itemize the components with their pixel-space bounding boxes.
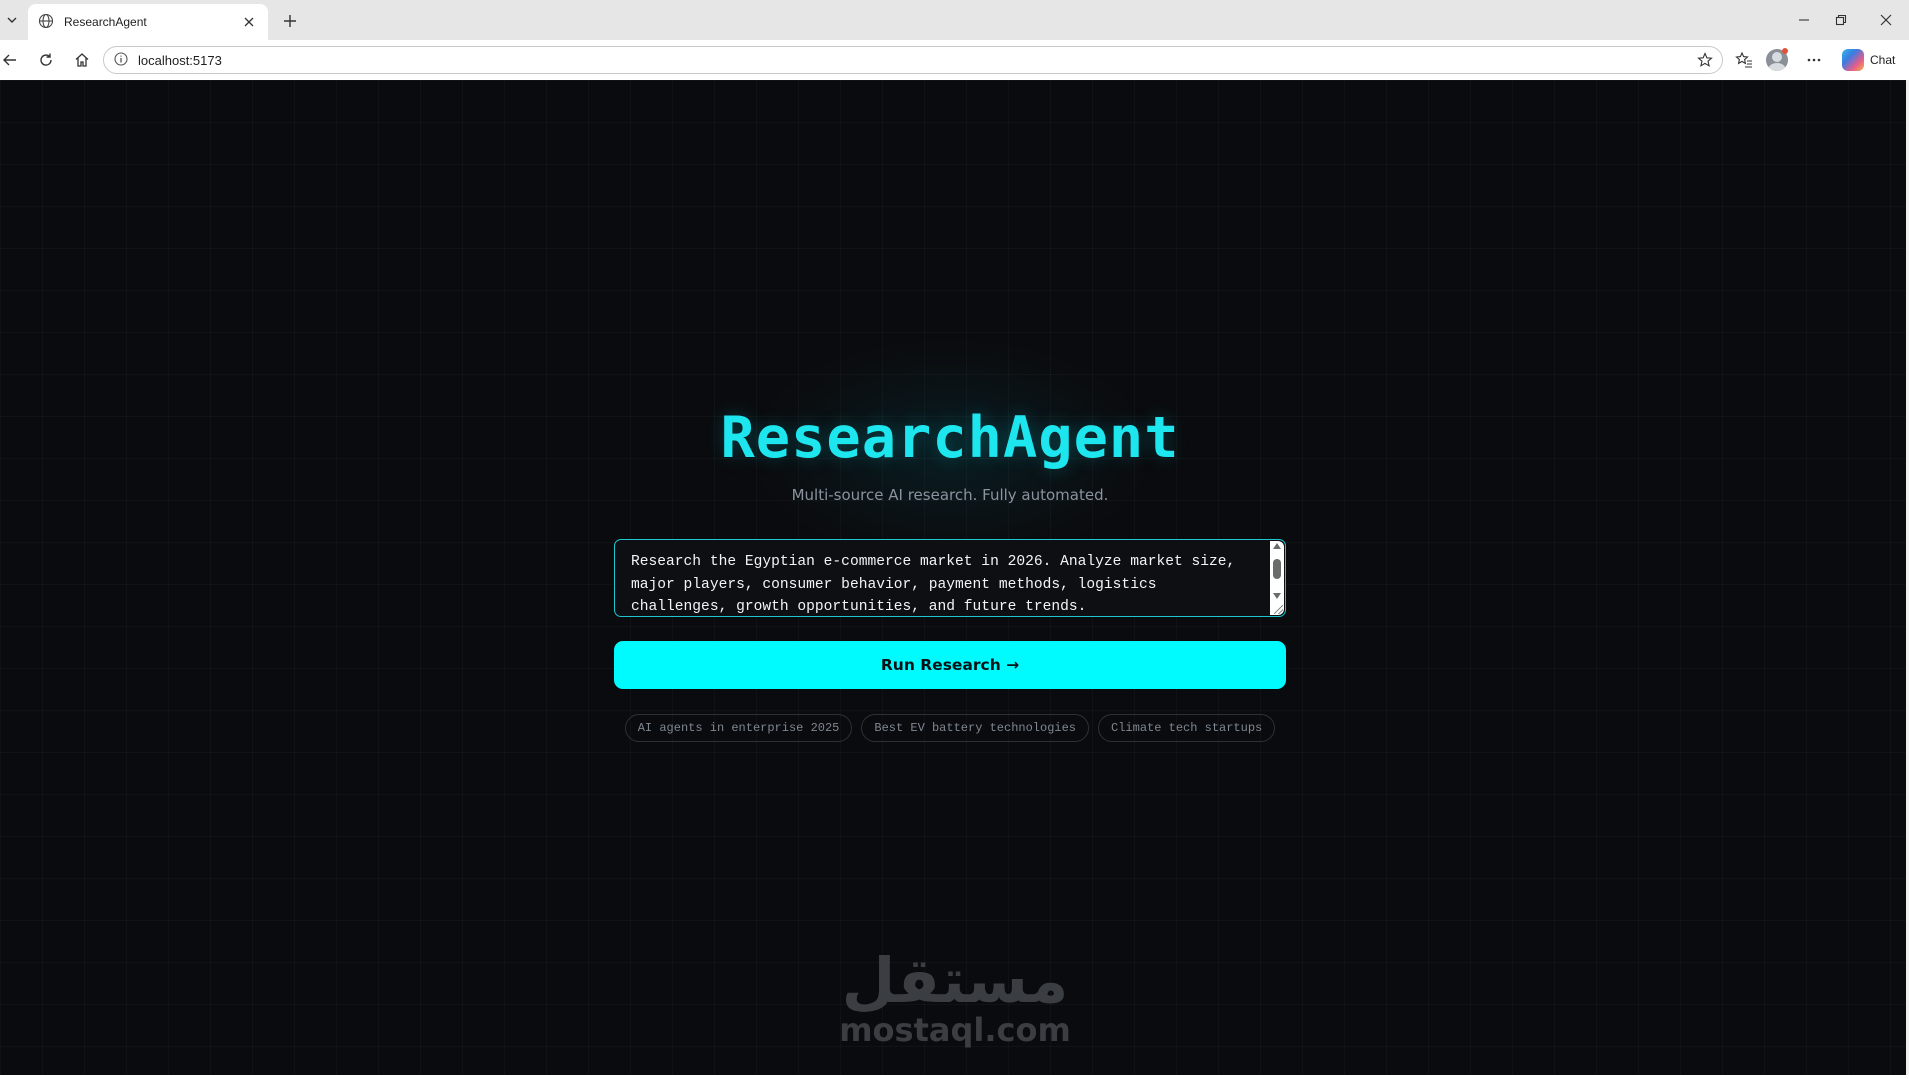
favorites-list-icon[interactable] — [1732, 48, 1756, 72]
window-close-icon[interactable] — [1873, 7, 1899, 33]
app-subtitle: Multi-source AI research. Fully automate… — [791, 486, 1109, 504]
back-arrow-icon[interactable] — [0, 48, 22, 72]
copilot-chat-button[interactable]: Chat — [1836, 47, 1903, 73]
address-bar[interactable]: localhost:5173 — [103, 46, 1723, 74]
scroll-down-arrow-icon[interactable] — [1273, 593, 1281, 599]
scroll-thumb[interactable] — [1273, 559, 1281, 579]
run-research-button[interactable]: Run Research → — [614, 641, 1286, 689]
restore-icon[interactable] — [1828, 7, 1854, 33]
url-text: localhost:5173 — [138, 52, 222, 68]
copilot-logo-icon — [1842, 49, 1864, 71]
watermark-latin: mostaql.com — [839, 1011, 1071, 1049]
research-prompt-textarea[interactable]: Research the Egyptian e-commerce market … — [614, 539, 1286, 617]
site-info-icon[interactable] — [114, 52, 130, 68]
favorite-star-icon[interactable] — [1694, 49, 1716, 71]
resize-grip-icon[interactable] — [1274, 605, 1283, 614]
new-tab-plus-icon[interactable] — [278, 9, 302, 33]
chat-label: Chat — [1870, 53, 1896, 67]
reload-icon[interactable] — [34, 48, 58, 72]
minimize-icon[interactable] — [1791, 7, 1817, 33]
suggestion-chip[interactable]: Climate tech startups — [1098, 714, 1276, 742]
research-prompt-value: Research the Egyptian e-commerce market … — [631, 554, 1236, 615]
tab-title: ResearchAgent — [64, 15, 147, 29]
scroll-up-arrow-icon[interactable] — [1273, 543, 1281, 549]
tab-close-icon[interactable] — [240, 13, 258, 31]
tab-list-dropdown-icon[interactable] — [2, 8, 22, 32]
textarea-scrollbar[interactable] — [1270, 541, 1284, 615]
notification-dot — [1782, 48, 1788, 54]
browser-tab[interactable]: ResearchAgent — [28, 4, 268, 40]
more-options-icon[interactable] — [1802, 48, 1826, 72]
watermark-arabic: مستقل — [841, 944, 1069, 1017]
mostaql-watermark: مستقل mostaql.com — [830, 944, 1080, 1049]
viewport-bottom-edge — [0, 1075, 1909, 1079]
suggestion-chip[interactable]: AI agents in enterprise 2025 — [624, 714, 853, 742]
home-icon[interactable] — [70, 48, 94, 72]
browser-toolbar: localhost:5173 Chat — [0, 40, 1909, 80]
app-title: ResearchAgent — [720, 405, 1180, 471]
suggestion-chip[interactable]: Best EV battery technologies — [861, 714, 1090, 742]
suggestion-chips: AI agents in enterprise 2025 Best EV bat… — [600, 714, 1300, 742]
browser-tab-bar: ResearchAgent — [0, 0, 1909, 40]
globe-icon — [38, 13, 56, 31]
